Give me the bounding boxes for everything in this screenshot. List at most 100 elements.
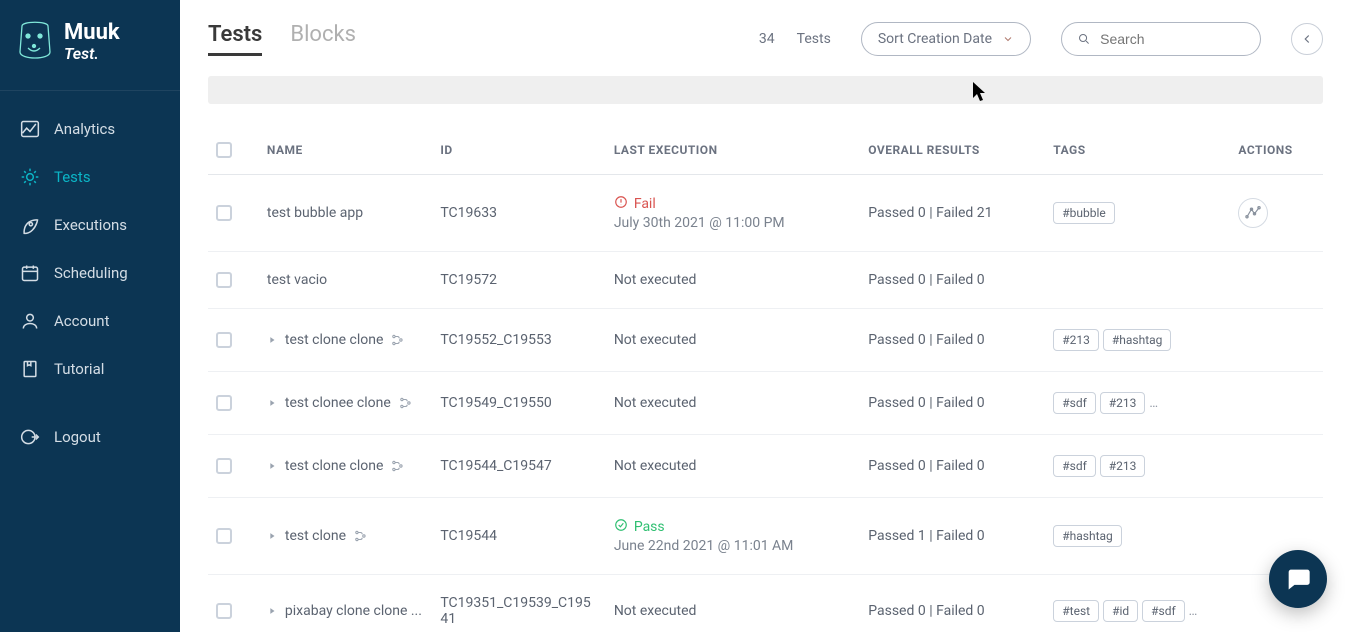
sidebar-item-label: Executions [54,216,127,234]
tag-more[interactable]: … [1189,604,1198,619]
count-value: 34 [759,31,775,47]
tag[interactable]: #213 [1100,455,1146,477]
status-fail-icon [614,195,628,213]
search-input-wrap[interactable] [1061,22,1261,56]
sidebar: Muuk Test. Analytics Tests Executions Sched… [0,0,180,632]
brand-sub: Test. [64,46,120,62]
sidebar-item-account[interactable]: Account [0,297,180,345]
table-row[interactable]: pixabay clone clone ...TC19351_C19539_C1… [208,575,1323,632]
chevron-left-icon [1300,32,1314,46]
tag[interactable]: #test [1053,600,1099,622]
sidebar-item-tutorial[interactable]: Tutorial [0,345,180,393]
tab-blocks[interactable]: Blocks [290,22,356,53]
test-id: TC19549_C19550 [440,395,551,411]
expand-caret-icon[interactable] [267,460,277,472]
expand-caret-icon[interactable] [267,397,277,409]
brand-name: Muuk [64,20,120,45]
test-id: TC19572 [440,272,497,288]
expand-caret-icon[interactable] [267,530,277,542]
overall-results: Passed 0 | Failed 0 [868,603,984,619]
row-checkbox[interactable] [216,458,232,474]
tabs: Tests Blocks [208,22,356,56]
overall-results: Passed 1 | Failed 0 [868,528,984,544]
sidebar-item-executions[interactable]: Executions [0,201,180,249]
clone-tree-icon [399,396,413,410]
test-name: test clone clone [285,458,384,474]
search-input[interactable] [1100,31,1244,47]
col-tags: TAGS [1045,132,1230,175]
test-id: TC19552_C19553 [440,332,551,348]
status-pass-icon [614,518,628,536]
tab-tests[interactable]: Tests [208,22,262,56]
tests-icon [20,167,40,187]
tag[interactable]: #bubble [1053,202,1115,224]
filter-bar[interactable] [208,76,1323,104]
sidebar-item-scheduling[interactable]: Scheduling [0,249,180,297]
count-group: 34 Tests [759,31,831,47]
clone-tree-icon [354,529,368,543]
execution-timestamp: July 30th 2021 @ 11:00 PM [614,215,852,231]
overall-results: Passed 0 | Failed 21 [868,205,992,221]
chevron-down-icon [1002,33,1014,45]
select-all-checkbox[interactable] [216,142,232,158]
sidebar-item-label: Analytics [54,120,115,138]
test-name: test clone [285,528,346,544]
tag[interactable]: #id [1103,600,1138,622]
sidebar-item-analytics[interactable]: Analytics [0,105,180,153]
count-label: Tests [797,31,831,47]
table-row[interactable]: test vacioTC19572Not executedPassed 0 | … [208,252,1323,309]
scheduling-icon [20,263,40,283]
logo[interactable]: Muuk Test. [0,0,180,91]
sidebar-item-label: Account [54,312,110,330]
executions-icon [20,215,40,235]
row-checkbox[interactable] [216,528,232,544]
logout-icon [20,427,40,447]
test-name: test clonee clone [285,395,391,411]
chat-fab[interactable] [1269,550,1327,608]
chat-icon [1284,565,1312,593]
tag[interactable]: #sdf [1053,392,1096,414]
table-row[interactable]: test clonee clone TC19549_C19550 Not execu… [208,372,1323,435]
execution-status: Fail [634,196,656,212]
tag[interactable]: #213 [1053,329,1099,351]
execution-status: Pass [634,519,665,535]
tag[interactable]: #sdf [1142,600,1185,622]
tag[interactable]: #hashtag [1103,329,1172,351]
sidebar-item-label: Tutorial [54,360,104,378]
row-action-button[interactable] [1238,198,1268,228]
expand-caret-icon[interactable] [267,605,277,617]
row-checkbox[interactable] [216,205,232,221]
sidebar-item-logout[interactable]: Logout [0,413,180,461]
tag[interactable]: #213 [1100,392,1146,414]
row-checkbox[interactable] [216,332,232,348]
account-icon [20,311,40,331]
tag[interactable]: #sdf [1053,455,1096,477]
main: Tests Blocks 34 Tests Sort Creation Date [180,0,1351,632]
row-checkbox[interactable] [216,395,232,411]
collapse-button[interactable] [1291,23,1323,55]
table-row[interactable]: test clone cloneTC19552_C19553Not execut… [208,309,1323,372]
overall-results: Passed 0 | Failed 0 [868,272,984,288]
execution-status: Not executed [614,395,852,411]
sidebar-item-label: Tests [54,168,91,186]
sidebar-item-label: Logout [54,428,101,446]
expand-caret-icon[interactable] [267,334,277,346]
row-checkbox[interactable] [216,272,232,288]
sort-dropdown[interactable]: Sort Creation Date [861,22,1031,56]
table-row[interactable]: test clone cloneTC19544_C19547Not execut… [208,435,1323,498]
execution-status: Not executed [614,332,852,348]
overall-results: Passed 0 | Failed 0 [868,395,984,411]
sort-label: Sort Creation Date [878,31,992,47]
row-checkbox[interactable] [216,603,232,619]
tag[interactable]: #hashtag [1053,525,1122,547]
test-id: TC19633 [440,205,497,221]
table-row[interactable]: test cloneTC19544PassJune 22nd 2021 @ 11… [208,498,1323,575]
execution-status: Not executed [614,272,852,288]
analytics-icon [20,119,40,139]
table-row[interactable]: test bubble appTC19633FailJuly 30th 2021… [208,175,1323,252]
tag-more[interactable]: … [1149,396,1158,411]
sidebar-item-tests[interactable]: Tests [0,153,180,201]
tutorial-icon [20,359,40,379]
execution-timestamp: June 22nd 2021 @ 11:01 AM [614,538,852,554]
overall-results: Passed 0 | Failed 0 [868,458,984,474]
